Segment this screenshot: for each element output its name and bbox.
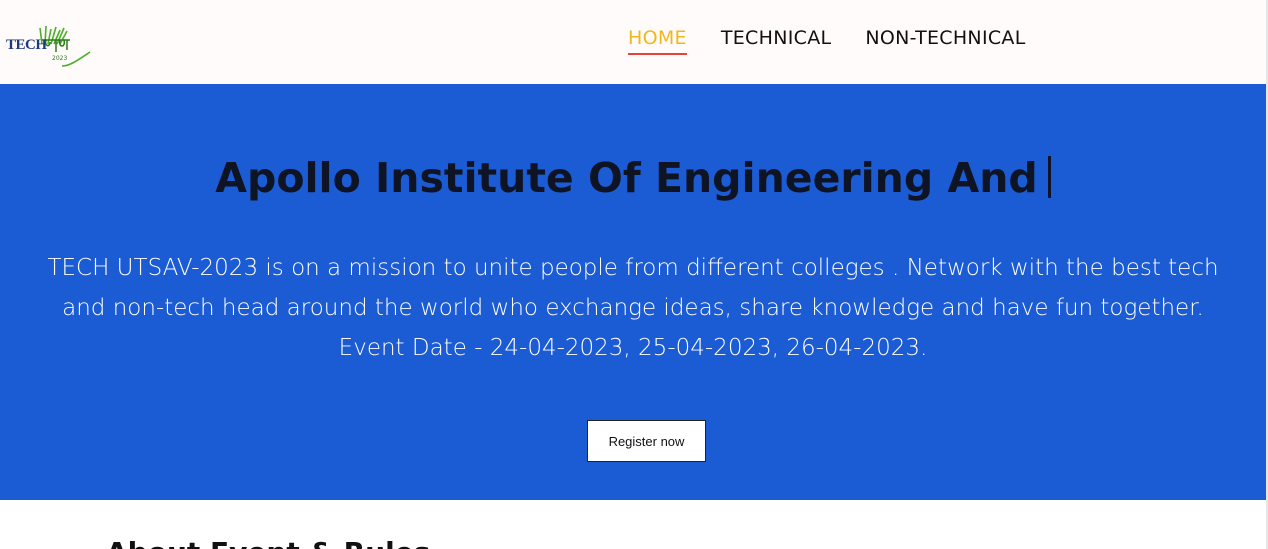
register-now-button[interactable]: Register now xyxy=(587,420,706,462)
page: 2023 TECH HOME TECHNICAL NON-TECHNICAL A… xyxy=(0,0,1268,549)
hero-description-line: TECH UTSAV-2023 is on a mission to unite… xyxy=(47,255,1219,281)
typing-cursor xyxy=(1047,156,1051,198)
navbar: 2023 TECH HOME TECHNICAL NON-TECHNICAL xyxy=(0,0,1266,84)
main-nav: HOME TECHNICAL NON-TECHNICAL xyxy=(628,27,1026,55)
hero-description-line: and non-tech head around the world who e… xyxy=(62,295,1204,321)
hero-section: Apollo Institute Of Engineering And TECH… xyxy=(0,84,1266,500)
nav-technical-link[interactable]: TECHNICAL xyxy=(721,27,832,55)
hero-title-text: Apollo Institute Of Engineering And xyxy=(215,154,1038,202)
hero-title: Apollo Institute Of Engineering And xyxy=(0,154,1266,202)
svg-text:2023: 2023 xyxy=(52,55,67,62)
logo[interactable]: 2023 TECH xyxy=(4,22,94,72)
hero-description: TECH UTSAV-2023 is on a mission to unite… xyxy=(20,248,1246,368)
nav-home-link[interactable]: HOME xyxy=(628,27,687,55)
nav-non-technical-link[interactable]: NON-TECHNICAL xyxy=(865,27,1025,55)
event-date-line: Event Date - 24-04-2023, 25-04-2023, 26-… xyxy=(338,335,928,361)
about-event-heading: About Event & Rules xyxy=(106,536,430,549)
logo-text: TECH xyxy=(6,37,47,53)
